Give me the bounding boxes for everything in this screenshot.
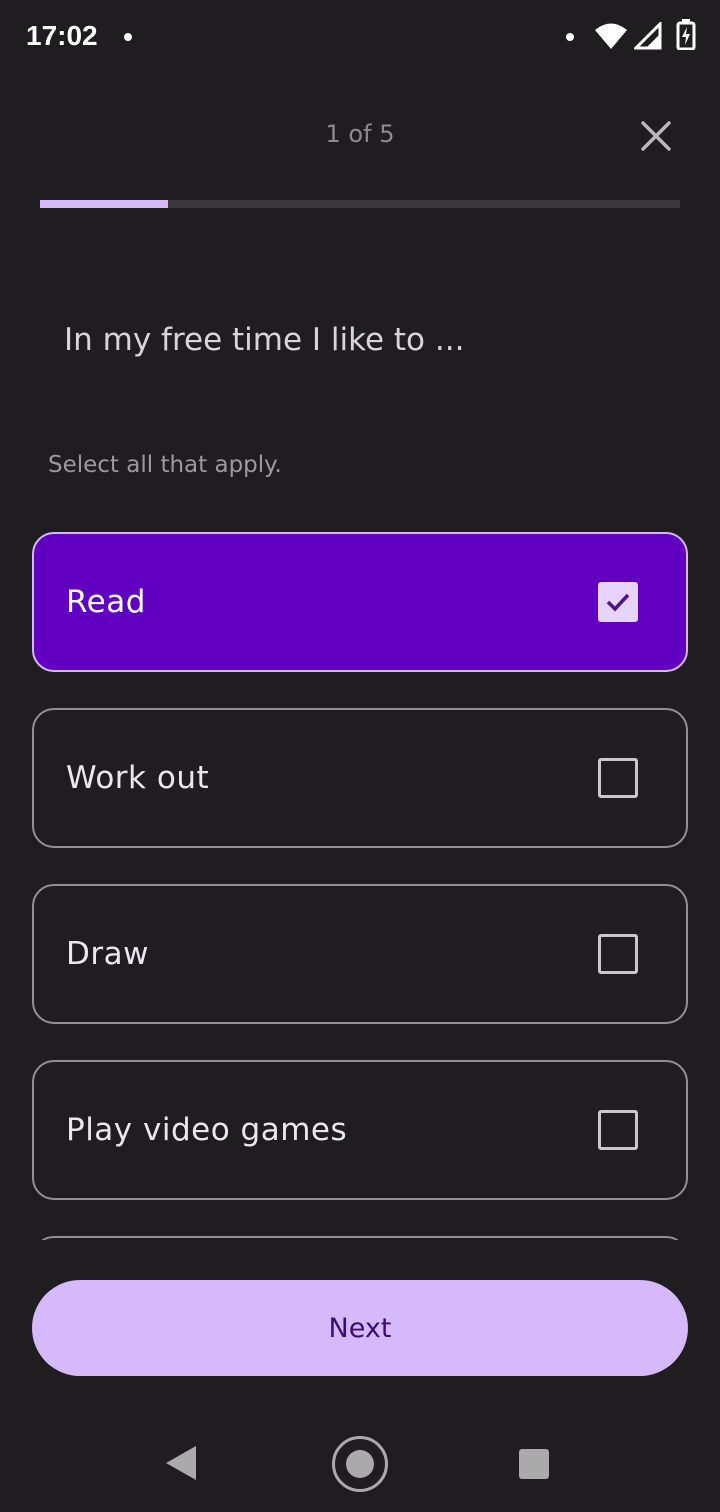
option-play-video-games[interactable]: Play video games [32, 1060, 688, 1200]
signal-icon [632, 20, 662, 54]
option-draw[interactable]: Draw [32, 884, 688, 1024]
check-icon [606, 593, 630, 612]
progress-bar-fill [40, 200, 168, 208]
checkbox[interactable] [598, 934, 638, 974]
next-button[interactable]: Next [32, 1280, 688, 1376]
home-icon[interactable] [332, 1436, 388, 1492]
notification-dot-icon [124, 33, 132, 41]
wifi-icon [594, 22, 628, 54]
progress-bar [40, 200, 680, 208]
question-hint: Select all that apply. [48, 452, 282, 478]
status-time: 17:02 [26, 20, 98, 51]
option-read[interactable]: Read [32, 532, 688, 672]
home-icon-inner [346, 1450, 374, 1478]
step-counter: 1 of 5 [325, 120, 395, 148]
back-icon[interactable] [166, 1446, 196, 1484]
option-partially-visible[interactable] [32, 1236, 688, 1240]
status-bar: 17:02 [0, 0, 720, 76]
checkbox[interactable] [598, 758, 638, 798]
option-label: Draw [66, 936, 149, 972]
battery-charging-icon [676, 18, 696, 54]
close-icon [641, 121, 671, 151]
checkbox[interactable] [598, 1110, 638, 1150]
close-button[interactable] [630, 110, 682, 162]
survey-screen: 17:02 1 of 5 In my free time I like to .… [0, 0, 720, 1512]
question-title: In my free time I like to ... [64, 322, 465, 358]
notification-dot-icon [566, 33, 574, 41]
option-label: Read [66, 584, 146, 620]
checkbox[interactable] [598, 582, 638, 622]
option-label: Play video games [66, 1112, 348, 1148]
recents-icon[interactable] [519, 1449, 549, 1479]
navigation-bar [0, 1418, 720, 1512]
options-list: Read Work out Draw Play video games [32, 532, 688, 1240]
option-work-out[interactable]: Work out [32, 708, 688, 848]
option-label: Work out [66, 760, 210, 796]
